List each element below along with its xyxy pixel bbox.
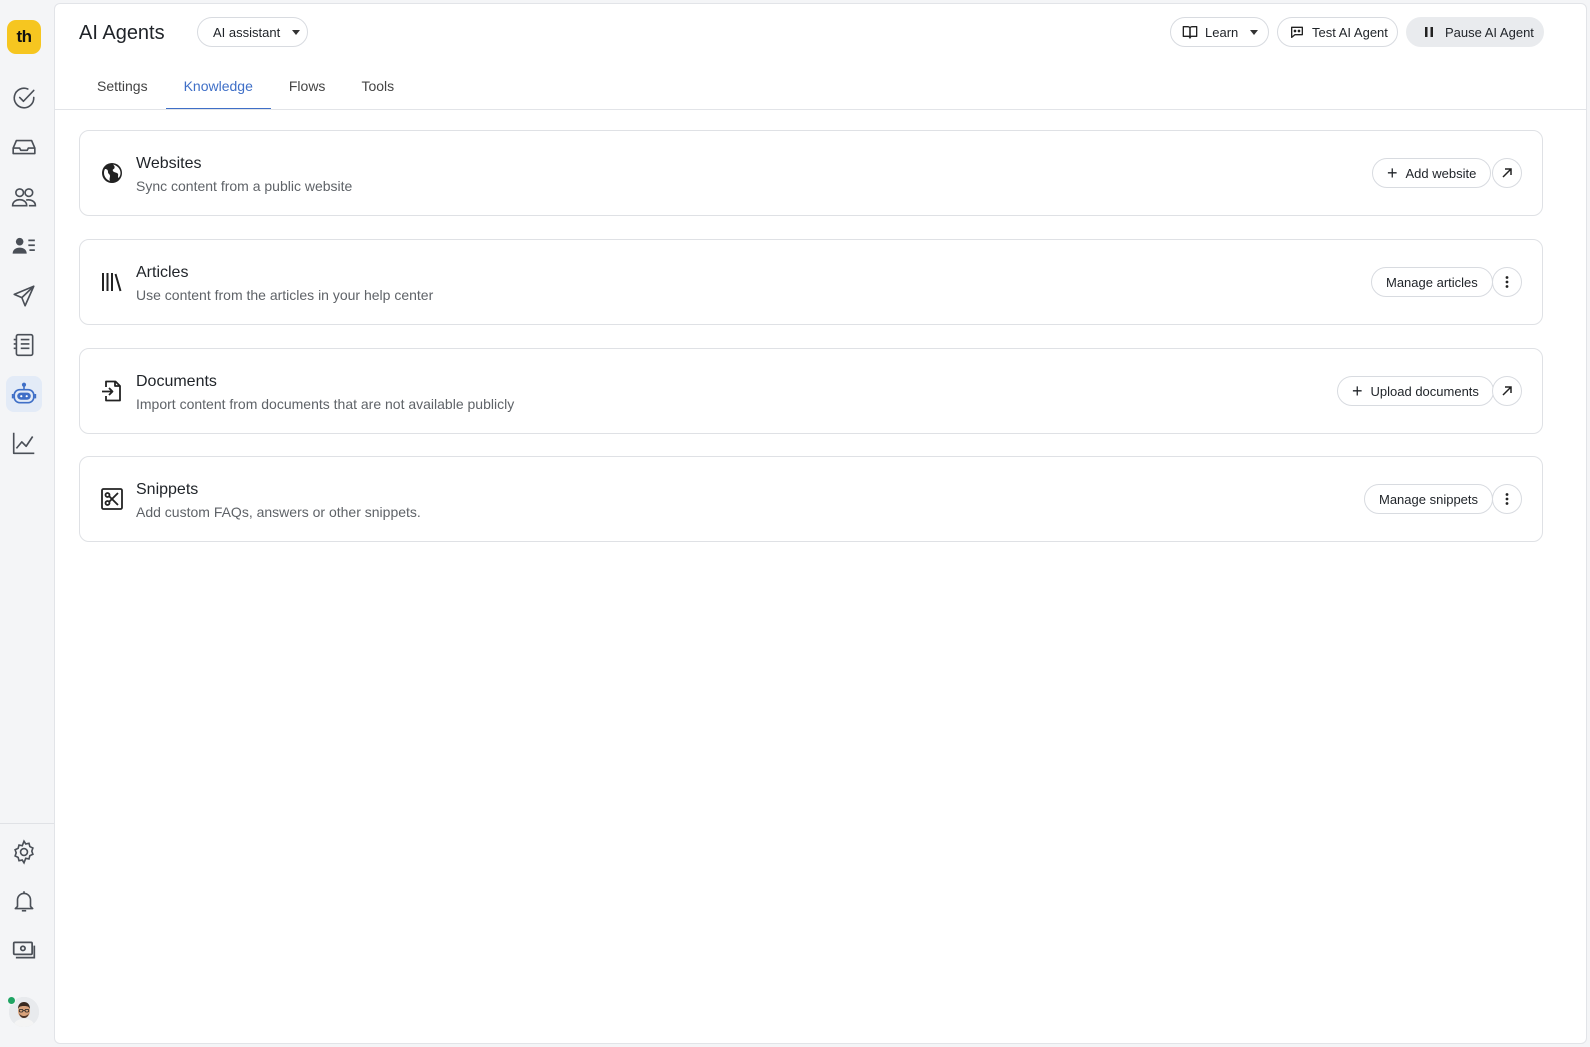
card-title: Documents xyxy=(136,373,217,390)
snippets-more-button[interactable] xyxy=(1492,484,1522,514)
library-icon xyxy=(102,273,122,292)
add-website-label: Add website xyxy=(1405,165,1477,181)
test-ai-agent-label: Test AI Agent xyxy=(1312,24,1388,40)
globe-icon xyxy=(102,163,122,183)
check-circle-icon xyxy=(13,87,35,109)
learn-label: Learn xyxy=(1205,24,1239,40)
nav-inbox[interactable] xyxy=(6,129,42,165)
app-logo[interactable]: th xyxy=(7,20,41,54)
card-description: Import content from documents that are n… xyxy=(136,396,515,412)
nav-settings[interactable] xyxy=(6,834,42,870)
plus-icon: + xyxy=(1352,381,1363,401)
tab-settings[interactable]: Settings xyxy=(79,66,166,110)
bell-icon xyxy=(14,891,34,912)
manage-snippets-label: Manage snippets xyxy=(1379,491,1479,507)
nav-people[interactable] xyxy=(6,179,42,215)
card-title: Articles xyxy=(136,264,189,281)
manage-snippets-button[interactable]: Manage snippets xyxy=(1364,484,1494,514)
add-website-button[interactable]: + Add website xyxy=(1372,158,1492,188)
contacts-icon xyxy=(12,237,35,254)
card-description: Use content from the articles in your he… xyxy=(136,287,434,303)
more-vertical-icon xyxy=(1505,493,1509,505)
chart-icon xyxy=(12,432,35,455)
card-title: Snippets xyxy=(136,481,199,498)
nav-analytics[interactable] xyxy=(6,425,42,461)
robot-icon xyxy=(11,382,37,404)
tabs-divider xyxy=(55,109,1586,110)
articles-more-button[interactable] xyxy=(1492,267,1522,297)
pause-icon xyxy=(1425,27,1433,37)
list-icon xyxy=(13,333,34,357)
nav-campaigns[interactable] xyxy=(6,278,42,314)
tab-flows[interactable]: Flows xyxy=(271,66,344,110)
presence-indicator xyxy=(7,996,16,1005)
people-icon xyxy=(11,188,37,207)
inbox-icon xyxy=(12,139,36,155)
nav-billing[interactable] xyxy=(6,932,42,968)
learn-button[interactable]: Learn xyxy=(1170,17,1269,47)
chevron-down-icon xyxy=(1250,29,1259,35)
knowledge-card-websites: Websites Sync content from a public webs… xyxy=(79,130,1543,216)
gear-icon xyxy=(14,839,34,865)
external-link-icon xyxy=(1502,168,1512,178)
tab-knowledge[interactable]: Knowledge xyxy=(165,66,272,110)
card-title: Websites xyxy=(136,155,202,172)
rail-divider xyxy=(0,823,54,824)
knowledge-card-snippets: Snippets Add custom FAQs, answers or oth… xyxy=(79,456,1543,542)
upload-documents-button[interactable]: + Upload documents xyxy=(1337,376,1494,406)
nav-notifications[interactable] xyxy=(6,883,42,919)
plus-icon: + xyxy=(1387,163,1398,183)
upload-documents-label: Upload documents xyxy=(1370,383,1479,399)
nav-tasks[interactable] xyxy=(6,80,42,116)
more-vertical-icon xyxy=(1505,276,1509,288)
knowledge-card-documents: Documents Import content from documents … xyxy=(79,348,1543,434)
left-rail: th xyxy=(0,0,54,1047)
billing-icon xyxy=(12,941,36,959)
tab-bar: Settings Knowledge Flows Tools xyxy=(79,66,412,110)
nav-contacts[interactable] xyxy=(6,228,42,264)
open-websites-button[interactable] xyxy=(1492,158,1522,188)
agent-select-dropdown[interactable]: AI assistant xyxy=(197,17,308,47)
card-description: Add custom FAQs, answers or other snippe… xyxy=(136,504,421,520)
page-title: AI Agents xyxy=(79,22,165,44)
nav-reports-list[interactable] xyxy=(6,327,42,363)
manage-articles-label: Manage articles xyxy=(1386,274,1478,290)
knowledge-card-articles: Articles Use content from the articles i… xyxy=(79,239,1543,325)
chat-bot-icon xyxy=(1291,26,1303,38)
agent-select-label: AI assistant xyxy=(213,24,281,40)
card-description: Sync content from a public website xyxy=(136,178,353,194)
manage-articles-button[interactable]: Manage articles xyxy=(1371,267,1493,297)
open-documents-button[interactable] xyxy=(1492,376,1522,406)
send-icon xyxy=(13,285,35,307)
test-ai-agent-button[interactable]: Test AI Agent xyxy=(1277,17,1398,47)
snippet-icon xyxy=(101,488,123,510)
tab-tools[interactable]: Tools xyxy=(343,66,412,110)
book-icon xyxy=(1182,26,1198,39)
pause-ai-agent-label: Pause AI Agent xyxy=(1445,24,1534,40)
file-import-icon xyxy=(102,380,121,402)
chevron-down-icon xyxy=(292,29,301,35)
main-panel: AI Agents AI assistant Learn Test AI Age… xyxy=(54,3,1587,1044)
logo-text: th xyxy=(16,27,32,46)
nav-ai-agents[interactable] xyxy=(6,376,42,412)
external-link-icon xyxy=(1502,386,1512,396)
pause-ai-agent-button[interactable]: Pause AI Agent xyxy=(1406,17,1544,47)
